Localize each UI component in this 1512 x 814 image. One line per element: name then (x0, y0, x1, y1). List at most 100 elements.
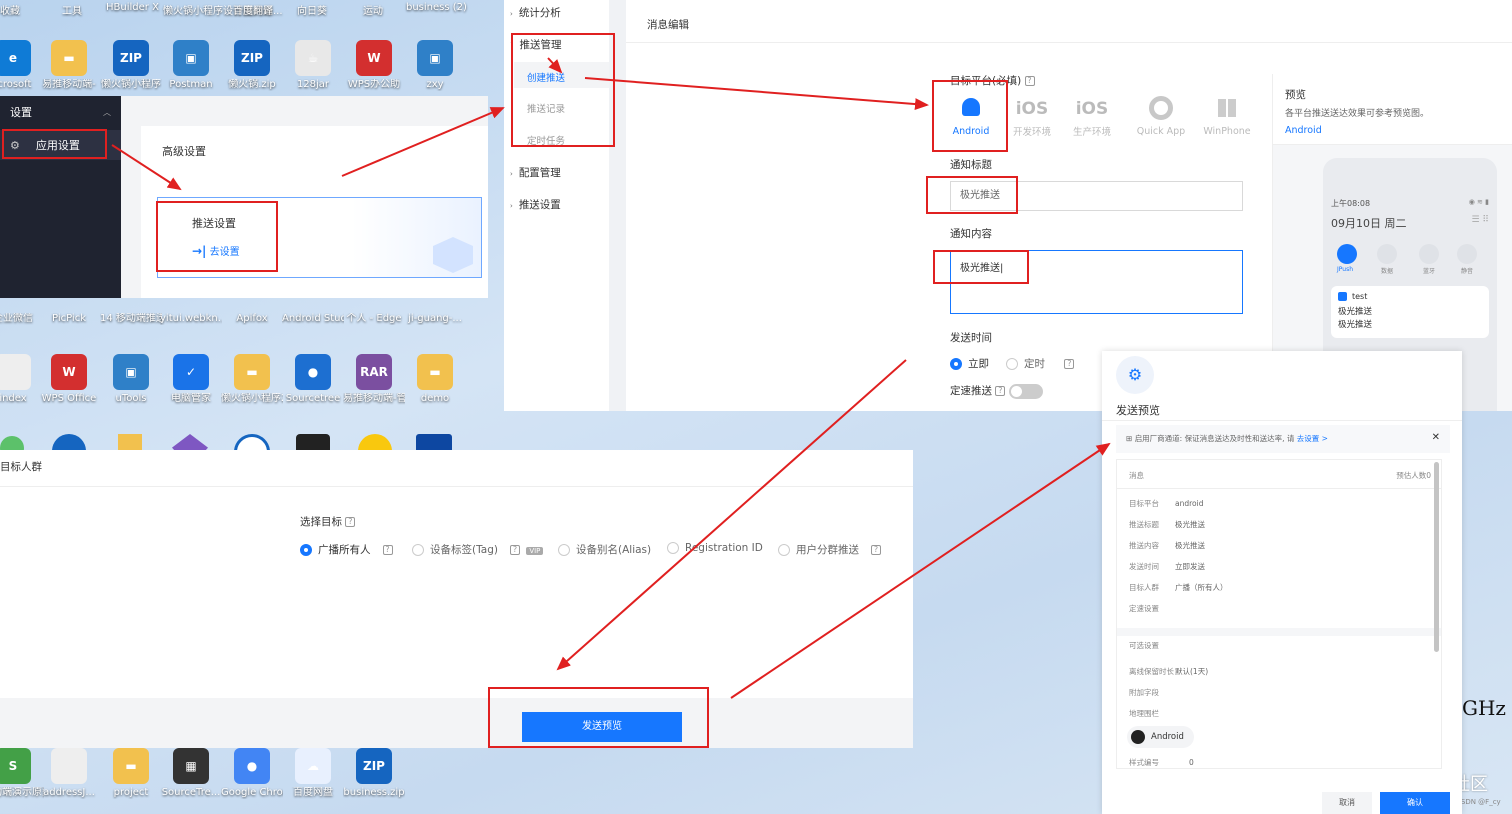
nav-item-push-settings[interactable]: › 推送设置 (510, 197, 561, 212)
desktop-label[interactable]: 收藏 (0, 2, 20, 17)
help-icon: ? (509, 545, 520, 555)
desktop-shortcut-label: SourceTre... (161, 787, 221, 798)
notify-title-label: 通知标题 (950, 159, 992, 171)
target-title: 目标人群 (0, 461, 42, 473)
chevron-right-icon: › (510, 170, 513, 178)
send-time-timed[interactable]: 定时 ? (1006, 356, 1075, 371)
windows-icon (1218, 99, 1236, 117)
desktop-shortcut[interactable]: ZIP 懒火锅.zip (221, 40, 283, 91)
desktop-label[interactable]: business (2) (406, 2, 467, 13)
desktop-shortcut[interactable]: ▣ uTools (100, 354, 162, 405)
settings-menu-title: 设置 (10, 106, 32, 119)
window-icon: ▣ (113, 354, 149, 390)
chevron-up-icon[interactable]: ︿ (103, 107, 111, 118)
desktop-shortcut-label: 懒火锅.zip (228, 79, 276, 90)
help-icon: ? (995, 386, 1006, 396)
zip-icon: ZIP (113, 40, 149, 76)
desktop-shortcut[interactable]: ZIP 懒火锅小程序 (100, 40, 162, 91)
desktop-shortcut[interactable]: ▬ 懒火锅小程序2 (221, 354, 283, 405)
desktop-shortcut[interactable]: ● Google Chrome (221, 748, 283, 799)
zip-icon: ZIP (356, 748, 392, 784)
desktop-shortcut-label: 懒火锅小程序2 (221, 393, 283, 404)
desktop-shortcut[interactable]: ☕ 128jar (282, 40, 344, 91)
desktop-shortcut[interactable]: ▬ demo (404, 354, 466, 405)
platform-ios-dev[interactable]: iOS 开发环境 (1002, 92, 1062, 138)
desktop-shortcut[interactable]: ▦ SourceTre... (160, 748, 222, 799)
nav-item-config[interactable]: › 配置管理 (510, 165, 561, 180)
desktop-shortcut-label: PicPick (52, 313, 86, 324)
platform-winphone[interactable]: WinPhone (1192, 92, 1262, 137)
chrome-icon: ● (234, 748, 270, 784)
window-icon: ▣ (417, 40, 453, 76)
desktop-shortcut-label: 电脑管家 (171, 393, 211, 404)
desktop-label[interactable]: 运动 (363, 2, 383, 17)
android-chip[interactable]: Android (1127, 726, 1194, 748)
desktop-shortcut[interactable]: ☁ 百度网盘 (282, 748, 344, 799)
desktop-shortcut-label: WPS办公助 (347, 79, 401, 90)
desktop-label[interactable]: HBuilder X (106, 2, 159, 13)
annotation-box (926, 176, 1018, 214)
file-icon (51, 748, 87, 784)
vip-badge: VIP (526, 547, 544, 555)
target-option-regid[interactable]: Registration ID (667, 542, 763, 554)
desktop-shortcut-label: project (113, 787, 149, 798)
desktop-shortcut[interactable]: ▣ Postman (160, 40, 222, 91)
desktop-shortcut-label: ji-guang-... (408, 313, 462, 324)
phone-date: 09月10日 周二 (1331, 217, 1407, 230)
desktop-shortcut-label: zxy (426, 79, 444, 90)
desktop-label[interactable]: 工具 (62, 2, 82, 17)
desktop-shortcut-label: Google Chrome (221, 787, 283, 798)
desktop-shortcut-label: WPS Office (41, 393, 97, 404)
desktop-shortcut[interactable]: addressJ... (38, 748, 100, 799)
desktop-label[interactable]: 向日葵 (297, 2, 327, 17)
notification-card: test 极光推送 极光推送 (1331, 286, 1489, 338)
target-option-segment[interactable]: 用户分群推送? (778, 542, 881, 557)
editor-card: 消息编辑 目标平台(必填) ? Android iOS 开发环境 iOS 生产环… (626, 0, 1512, 411)
dialog-confirm-button[interactable]: 确认 (1380, 792, 1450, 814)
desktop-shortcut-label: yitui.webkn... (160, 313, 222, 324)
close-icon[interactable]: ✕ (1432, 432, 1440, 443)
help-icon: ? (1064, 359, 1075, 369)
speed-push-row: 定速推送 ? (950, 383, 1043, 399)
desktop-shortcut-label: 128jar (296, 79, 330, 90)
desktop-shortcut-label: demo (420, 393, 450, 404)
ios-icon: iOS (1075, 99, 1109, 119)
window-icon: ▣ (173, 40, 209, 76)
desktop-shortcut[interactable]: ✓ 电脑管家 (160, 354, 222, 405)
desktop-shortcut[interactable]: RAR 易推移动端-管理系统.rar (343, 354, 405, 405)
sourcetree-icon: ● (295, 354, 331, 390)
desktop-shortcut-label: business.zip (343, 787, 405, 798)
preview-tab-android[interactable]: Android (1285, 125, 1322, 136)
shield-icon: ✓ (173, 354, 209, 390)
desktop-shortcut[interactable]: ▬ project (100, 748, 162, 799)
desktop-shortcut[interactable]: ▬ 易推移动端- (38, 40, 100, 91)
speed-toggle[interactable] (1008, 383, 1043, 399)
target-option-broadcast[interactable]: 广播所有人? (300, 542, 393, 557)
desktop-shortcut[interactable]: W WPS Office (38, 354, 100, 405)
desktop-shortcut[interactable]: ▣ zxy (404, 40, 466, 91)
folder-icon: ▬ (113, 748, 149, 784)
platform-ios-prod[interactable]: iOS 生产环境 (1062, 92, 1122, 138)
cloud-icon: ☁ (295, 748, 331, 784)
target-option-alias[interactable]: 设备别名(Alias) (558, 542, 651, 557)
desktop-shortcut[interactable]: ZIP business.zip (343, 748, 405, 799)
send-time-now[interactable]: 立即 (950, 356, 989, 371)
target-option-tag[interactable]: 设备标签(Tag)? VIP (412, 542, 544, 557)
desktop-label[interactable]: 百度翻译 (233, 2, 273, 17)
dialog-gear-icon: ⚙ (1116, 356, 1154, 394)
editor-title: 消息编辑 (647, 19, 689, 31)
nav-item-stats[interactable]: › 统计分析 (510, 5, 561, 20)
go-settings-link[interactable]: 去设置 > (1297, 434, 1328, 443)
desktop-shortcut-label: Postman (169, 79, 213, 90)
dialog-cancel-button[interactable]: 取消 (1322, 792, 1372, 814)
edge-icon: e (0, 40, 31, 76)
desktop-shortcut[interactable]: ● Sourcetree (282, 354, 344, 405)
desktop-shortcut[interactable]: W WPS办公助 (343, 40, 405, 91)
android-icon (1131, 729, 1145, 744)
dialog-body: 消息 预估人数0 目标平台 android 推送标题 极光推送 推送内容 极光推送 发… (1116, 459, 1442, 769)
file-icon (0, 354, 31, 390)
help-icon: ? (1024, 76, 1035, 86)
dialog-scrollbar[interactable] (1434, 462, 1439, 652)
platform-quickapp[interactable]: Quick App (1126, 92, 1196, 137)
desktop-shortcut-label: 14 移动端推送手册设计.md (100, 313, 162, 324)
